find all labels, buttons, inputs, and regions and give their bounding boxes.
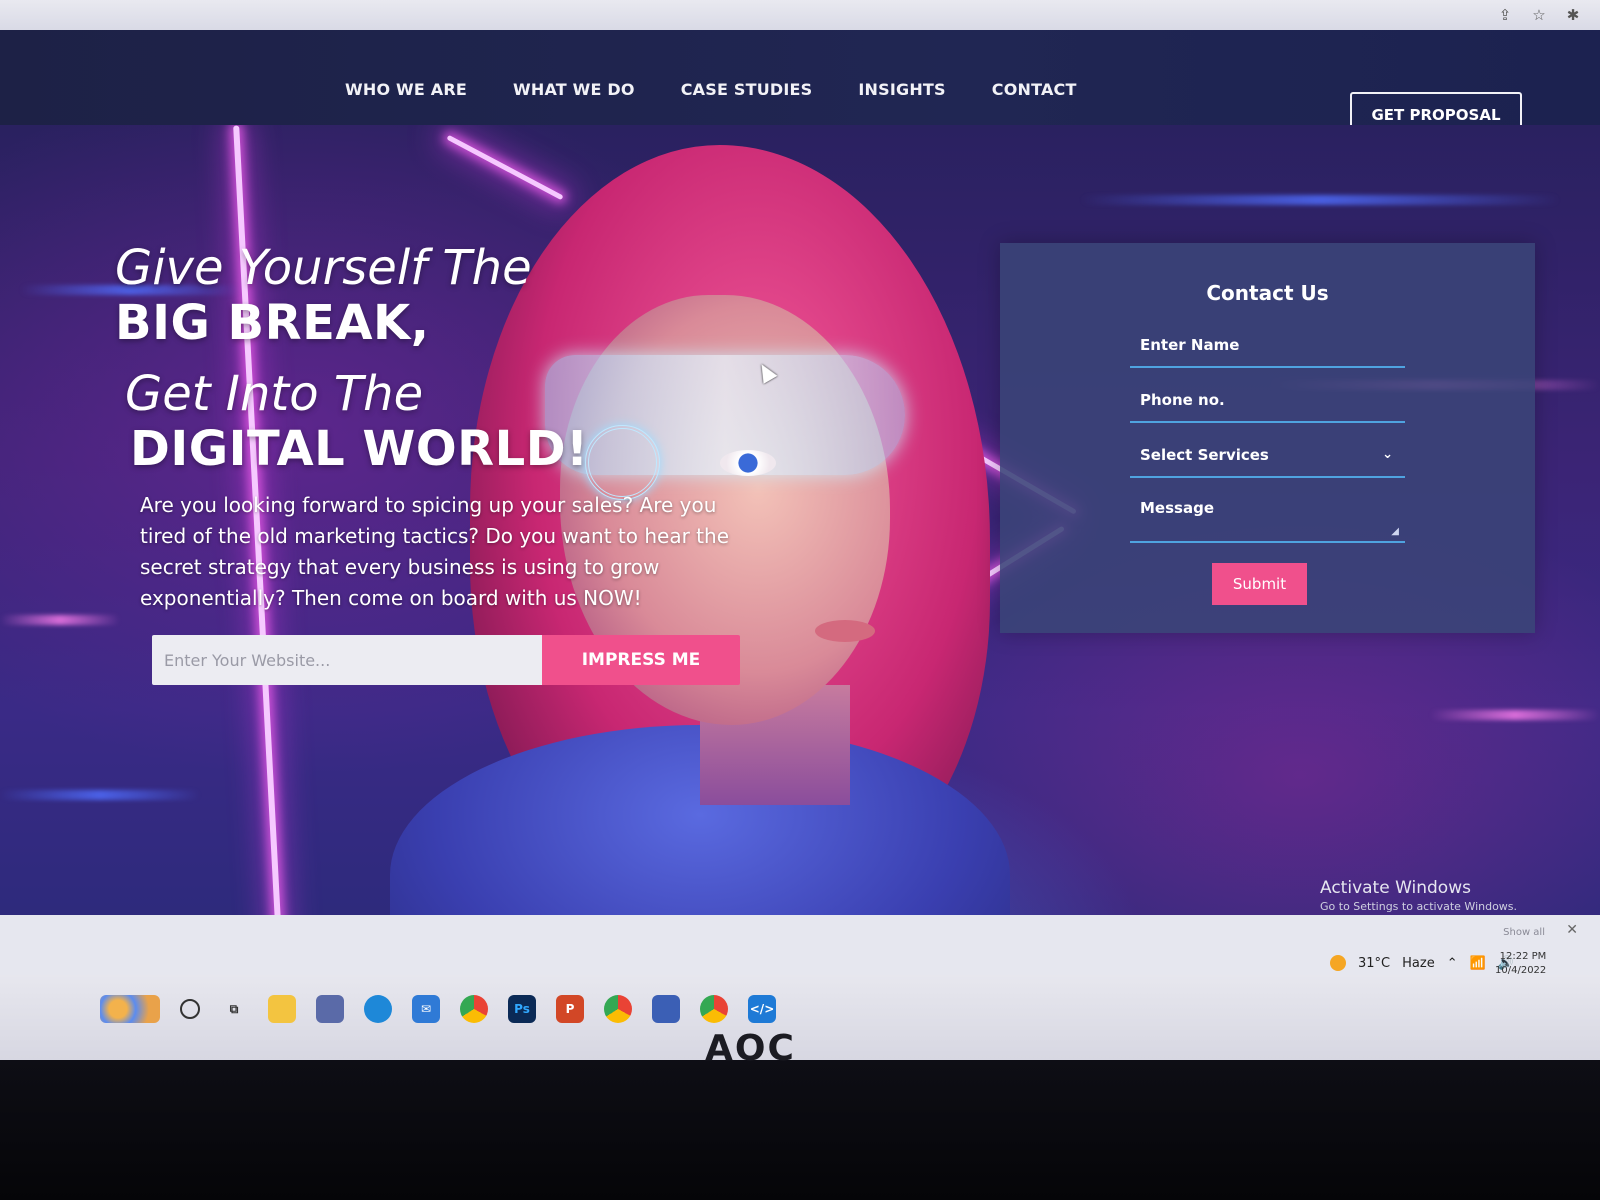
hero-section: Give Yourself The BIG BREAK, Get Into Th… (0, 125, 1600, 960)
name-field[interactable]: Enter Name (1130, 328, 1405, 368)
chrome-alt-icon[interactable] (700, 995, 728, 1023)
headline-line-4: DIGITAL WORLD! (130, 421, 589, 477)
services-select-value: Select Services (1140, 446, 1269, 464)
neon-line (446, 134, 564, 201)
website-input[interactable] (152, 635, 542, 685)
contact-form-card: Contact Us Enter Name Phone no. Select S… (1000, 243, 1535, 633)
chevron-up-icon[interactable]: ⌃ (1447, 956, 1458, 971)
name-field-placeholder: Enter Name (1140, 336, 1240, 354)
headline-line-3: Get Into The (125, 366, 424, 422)
chrome-profile-icon[interactable] (604, 995, 632, 1023)
phone-field-placeholder: Phone no. (1140, 391, 1225, 409)
nav-contact[interactable]: CONTACT (992, 80, 1077, 99)
close-icon[interactable]: ✕ (1566, 922, 1578, 938)
bookmark-star-icon[interactable]: ☆ (1530, 6, 1548, 24)
file-explorer-icon[interactable] (268, 995, 296, 1023)
monitor-screen: ⇪ ☆ ✱ WHO WE ARE WHAT WE DO CASE STUDIES… (0, 0, 1600, 1060)
phone-field[interactable]: Phone no. (1130, 383, 1405, 423)
message-field-placeholder: Message (1140, 499, 1214, 517)
show-all-link[interactable]: Show all (1503, 927, 1545, 938)
nav-insights[interactable]: INSIGHTS (858, 80, 945, 99)
nav-case-studies[interactable]: CASE STUDIES (681, 80, 813, 99)
widgets-icon[interactable] (100, 995, 160, 1023)
light-streak (1080, 195, 1560, 205)
vscode-icon[interactable]: </> (748, 995, 776, 1023)
resize-grip-icon[interactable]: ◢ (1391, 526, 1399, 537)
system-tray: 31°C Haze ⌃ 📶 🔊 (1330, 955, 1514, 971)
main-nav: WHO WE ARE WHAT WE DO CASE STUDIES INSIG… (345, 80, 1077, 99)
message-field[interactable]: Message ◢ (1130, 491, 1405, 543)
weather-condition[interactable]: Haze (1402, 956, 1435, 971)
nav-who-we-are[interactable]: WHO WE ARE (345, 80, 467, 99)
monitor-bezel (0, 1060, 1600, 1200)
photoshop-icon[interactable]: Ps (508, 995, 536, 1023)
weather-temperature[interactable]: 31°C (1358, 956, 1390, 971)
monitor-brand-logo: AOC (705, 1028, 796, 1069)
chevron-down-icon: ⌄ (1382, 447, 1393, 462)
clock-time: 12:22 PM (1499, 951, 1547, 962)
services-select[interactable]: Select Services ⌄ (1130, 438, 1405, 478)
network-icon[interactable]: 📶 (1470, 956, 1486, 971)
task-view-icon[interactable]: ⧉ (220, 995, 248, 1023)
light-streak (0, 790, 200, 800)
website-form: IMPRESS ME (152, 635, 740, 685)
share-icon[interactable]: ⇪ (1496, 6, 1514, 24)
windows-taskbar: ⧉ ✉ Ps P </> (0, 975, 1600, 1060)
mail-icon[interactable]: ✉ (412, 995, 440, 1023)
submit-button[interactable]: Submit (1212, 563, 1307, 605)
light-streak (1430, 710, 1600, 720)
contact-title: Contact Us (1206, 281, 1329, 305)
chrome-icon[interactable] (460, 995, 488, 1023)
hero-headline: Give Yourself The BIG BREAK, Get Into Th… (115, 240, 588, 476)
search-circle-icon[interactable] (180, 999, 200, 1019)
activate-windows-title: Activate Windows (1320, 878, 1471, 898)
taskbar-clock[interactable]: 12:22 PM 10/4/2022 (1495, 950, 1546, 978)
store-icon[interactable] (316, 995, 344, 1023)
activate-windows-subtitle: Go to Settings to activate Windows. (1320, 900, 1518, 913)
browser-toolbar: ⇪ ☆ ✱ (0, 0, 1600, 30)
light-streak (0, 615, 120, 625)
nav-what-we-do[interactable]: WHAT WE DO (513, 80, 635, 99)
weather-sun-icon[interactable] (1330, 955, 1346, 971)
impress-me-button[interactable]: IMPRESS ME (542, 635, 740, 685)
headline-line-2: BIG BREAK, (115, 295, 430, 351)
hero-lead-text: Are you looking forward to spicing up yo… (140, 493, 730, 610)
headline-line-1: Give Yourself The (115, 240, 532, 296)
extensions-icon[interactable]: ✱ (1564, 6, 1582, 24)
powerpoint-icon[interactable]: P (556, 995, 584, 1023)
app-icon[interactable] (652, 995, 680, 1023)
edge-icon[interactable] (364, 995, 392, 1023)
site-header: WHO WE ARE WHAT WE DO CASE STUDIES INSIG… (0, 30, 1600, 138)
